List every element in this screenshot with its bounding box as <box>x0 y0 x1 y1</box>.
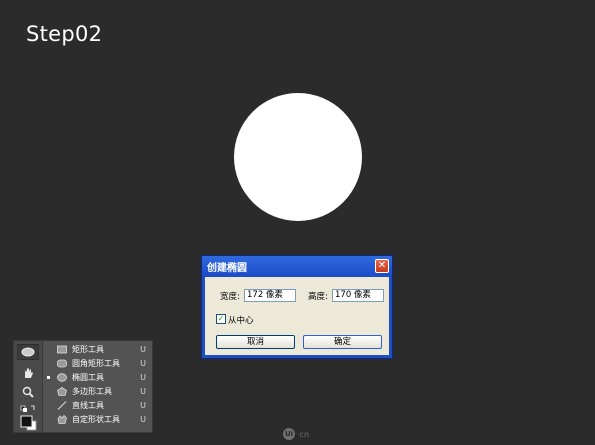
shortcut-key: U <box>140 359 146 368</box>
swap-colors-icon <box>20 405 35 412</box>
ellipse-tool-button[interactable] <box>17 344 39 360</box>
dialog-body: 宽度: 172 像素 高度: 170 像素 ✓ 从中心 取消 确定 <box>205 277 389 355</box>
menu-item-label: 多边形工具 <box>72 387 112 396</box>
menu-item-rectangle-tool[interactable]: 矩形工具 U <box>44 343 152 356</box>
shape-tools-panel: 矩形工具 U 圆角矩形工具 U 椭圆工具 U 多边形工具 U 直线工具 U 自定… <box>13 340 153 433</box>
line-icon <box>57 401 67 410</box>
menu-item-custom-shape-tool[interactable]: 自定形状工具 U <box>44 413 152 426</box>
menu-item-ellipse-tool[interactable]: 椭圆工具 U <box>44 371 152 384</box>
selected-indicator <box>47 376 50 379</box>
close-icon[interactable]: ✕ <box>375 259 389 273</box>
ui-logo-icon: Ui <box>283 428 295 440</box>
menu-item-rounded-rectangle-tool[interactable]: 圆角矩形工具 U <box>44 357 152 370</box>
menu-item-label: 椭圆工具 <box>72 373 104 382</box>
height-label: 高度: <box>308 292 328 302</box>
watermark: Ui ·cn <box>283 428 309 440</box>
hand-tool-button[interactable] <box>17 365 39 381</box>
height-field[interactable]: 170 像素 <box>332 289 384 302</box>
shortcut-key: U <box>140 345 146 354</box>
watermark-text: ·cn <box>297 429 310 439</box>
create-ellipse-dialog: 创建椭圆 ✕ 宽度: 172 像素 高度: 170 像素 ✓ 从中心 取消 确定 <box>201 255 393 359</box>
rectangle-icon <box>57 345 67 354</box>
toolbar-column <box>14 341 43 432</box>
shortcut-key: U <box>140 373 146 382</box>
hand-icon <box>25 368 33 378</box>
menu-item-label: 自定形状工具 <box>72 415 120 424</box>
dialog-title: 创建椭圆 <box>207 263 247 274</box>
width-field[interactable]: 172 像素 <box>244 289 296 302</box>
menu-item-label: 矩形工具 <box>72 345 104 354</box>
menu-item-line-tool[interactable]: 直线工具 U <box>44 399 152 412</box>
ok-button[interactable]: 确定 <box>303 335 382 349</box>
menu-item-label: 直线工具 <box>72 401 104 410</box>
white-circle-shape <box>234 93 362 221</box>
zoom-icon <box>22 386 34 398</box>
from-center-checkbox[interactable]: ✓ <box>216 314 226 324</box>
color-swatch-button[interactable] <box>17 415 39 431</box>
from-center-label: 从中心 <box>228 316 254 326</box>
custom-shape-icon <box>57 415 67 424</box>
shortcut-key: U <box>140 415 146 424</box>
menu-item-label: 圆角矩形工具 <box>72 359 120 368</box>
color-swatch-icon <box>20 415 37 431</box>
polygon-icon <box>57 387 67 396</box>
shortcut-key: U <box>140 387 146 396</box>
dialog-titlebar[interactable]: 创建椭圆 ✕ <box>202 256 392 276</box>
ellipse-icon <box>57 373 67 382</box>
step-title: Step02 <box>26 22 103 46</box>
ellipse-icon <box>21 347 35 357</box>
width-label: 宽度: <box>220 292 240 302</box>
cancel-button[interactable]: 取消 <box>216 335 295 349</box>
rounded-rectangle-icon <box>57 359 67 368</box>
shortcut-key: U <box>140 401 146 410</box>
menu-item-polygon-tool[interactable]: 多边形工具 U <box>44 385 152 398</box>
zoom-tool-button[interactable] <box>17 384 39 400</box>
